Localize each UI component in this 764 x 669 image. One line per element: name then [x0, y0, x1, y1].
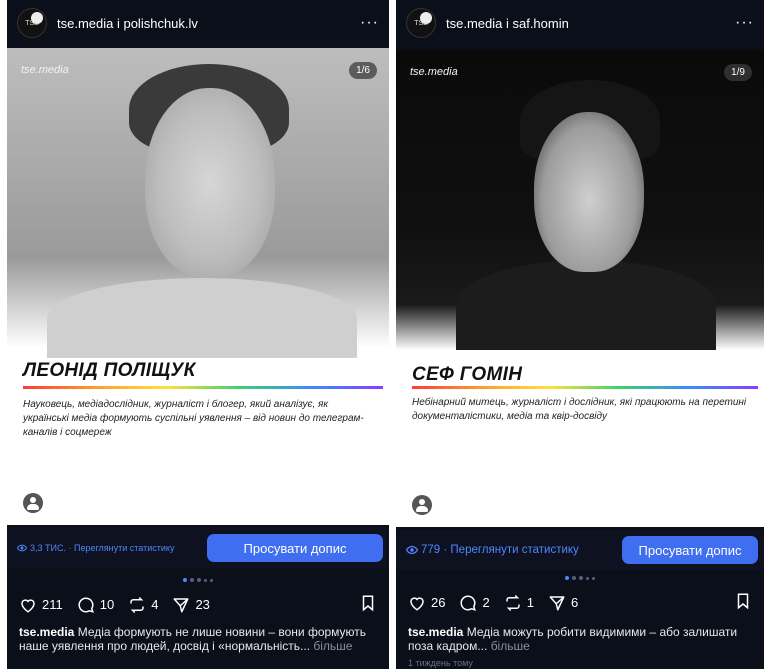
carousel-dot [592, 576, 595, 580]
person-description: Науковець, медіадослідник, журналіст і б… [23, 399, 364, 438]
heart-icon [21, 598, 35, 613]
post-actions: 26 2 1 6 [408, 592, 752, 613]
comment-count: 10 [99, 597, 115, 612]
carousel-dot [210, 578, 213, 582]
view-stats-text: 779 · Переглянути статистику [421, 544, 579, 556]
stats-eye-icon [17, 544, 27, 552]
share-count: 6 [570, 595, 579, 610]
post-timestamp: 1 тиждень тому [408, 658, 473, 668]
post-author[interactable]: tse.media і polishchuk.lv [57, 16, 198, 31]
heart-icon [410, 596, 424, 611]
carousel-dot [190, 578, 194, 582]
share-button[interactable]: 23 [172, 596, 210, 614]
post-caption: tse.media Медіа формують не лише новини … [19, 625, 379, 653]
portrait-photo [396, 50, 764, 350]
portrait-face [145, 88, 275, 278]
carousel-dot-active [565, 576, 569, 580]
person-name: ЛЕОНІД ПОЛІЩУК [23, 360, 196, 381]
rainbow-divider [23, 386, 383, 389]
portrait-face [534, 112, 644, 272]
carousel-dot [204, 578, 207, 582]
promote-post-button[interactable]: Просувати допис [207, 534, 383, 562]
avatar[interactable]: TSE [406, 8, 436, 38]
view-stats-link[interactable]: 779 · Переглянути статистику [406, 544, 579, 556]
person-description: Небінарний митець, журналіст і дослідник… [412, 397, 747, 422]
repost-button[interactable]: 4 [128, 596, 158, 614]
send-icon [173, 597, 189, 612]
post-right: TSE tse.media і saf.homin ··· tse.media … [396, 0, 764, 669]
caption-handle[interactable]: tse.media [19, 625, 74, 639]
bookmark-icon[interactable] [359, 594, 377, 615]
repost-icon [505, 594, 520, 611]
portrait-photo [7, 48, 389, 358]
brand-watermark: tse.media [21, 64, 69, 76]
slide-counter: 1/9 [724, 64, 752, 81]
post-actions: 211 10 4 23 [19, 594, 377, 615]
post-left: TSE tse.media і polishchuk.lv ··· tse.me… [7, 0, 389, 669]
repost-count: 1 [526, 595, 534, 610]
comment-icon [78, 596, 94, 613]
avatar[interactable]: TSE [17, 8, 47, 38]
send-icon [549, 595, 565, 610]
rainbow-divider [412, 386, 758, 389]
like-button[interactable]: 211 [19, 596, 63, 614]
stats-bar: 779 · Переглянути статистику Просувати д… [396, 530, 764, 570]
portrait-shoulders [47, 278, 357, 358]
slide-counter: 1/6 [349, 62, 377, 79]
tagged-user-icon[interactable] [412, 495, 432, 515]
comment-button[interactable]: 2 [459, 594, 490, 612]
bookmark-icon[interactable] [734, 592, 752, 613]
post-image-card[interactable]: tse.media 1/6 ЛЕОНІД ПОЛІЩУК Науковець, … [7, 48, 389, 525]
tagged-user-icon[interactable] [23, 493, 43, 513]
like-count: 211 [42, 597, 63, 612]
repost-button[interactable]: 1 [504, 594, 534, 612]
view-stats-text: 3,3 ТИС. · Переглянути статистику [30, 543, 175, 553]
moon-icon [31, 12, 43, 24]
share-button[interactable]: 6 [548, 594, 578, 612]
stats-bar: 3,3 ТИС. · Переглянути статистику Просув… [7, 528, 389, 568]
carousel-dots [396, 576, 764, 580]
post-author[interactable]: tse.media і saf.homin [446, 16, 569, 31]
post-image-card[interactable]: tse.media 1/9 СЕФ ГОМІН Небінарний митец… [396, 50, 764, 527]
more-options-icon[interactable]: ··· [360, 14, 379, 32]
carousel-dot [197, 578, 201, 582]
moon-icon [420, 12, 432, 24]
post-header: TSE tse.media і polishchuk.lv ··· [7, 0, 389, 46]
like-button[interactable]: 26 [408, 594, 445, 612]
post-caption: tse.media Медіа можуть робити видимими –… [408, 625, 754, 653]
comment-button[interactable]: 10 [77, 596, 114, 614]
comment-count: 2 [482, 595, 490, 610]
person-name: СЕФ ГОМІН [412, 364, 523, 385]
caption-more-link[interactable]: більше [313, 639, 352, 653]
post-header: TSE tse.media і saf.homin ··· [396, 0, 764, 46]
promote-post-button[interactable]: Просувати допис [622, 536, 758, 564]
view-stats-link[interactable]: 3,3 ТИС. · Переглянути статистику [17, 543, 174, 553]
share-count: 23 [195, 597, 210, 612]
more-options-icon[interactable]: ··· [735, 14, 754, 32]
carousel-dot-active [183, 578, 187, 582]
carousel-dot [572, 576, 576, 580]
repost-icon [130, 596, 144, 613]
carousel-dot [586, 576, 589, 580]
portrait-shoulders [456, 260, 716, 350]
stats-eye-icon [406, 545, 418, 555]
comment-icon [460, 594, 477, 611]
caption-more-link[interactable]: більше [491, 639, 530, 653]
brand-watermark: tse.media [410, 66, 458, 78]
like-count: 26 [431, 595, 446, 610]
carousel-dot [579, 576, 583, 580]
caption-handle[interactable]: tse.media [408, 625, 463, 639]
repost-count: 4 [151, 597, 159, 612]
carousel-dots [7, 578, 389, 582]
